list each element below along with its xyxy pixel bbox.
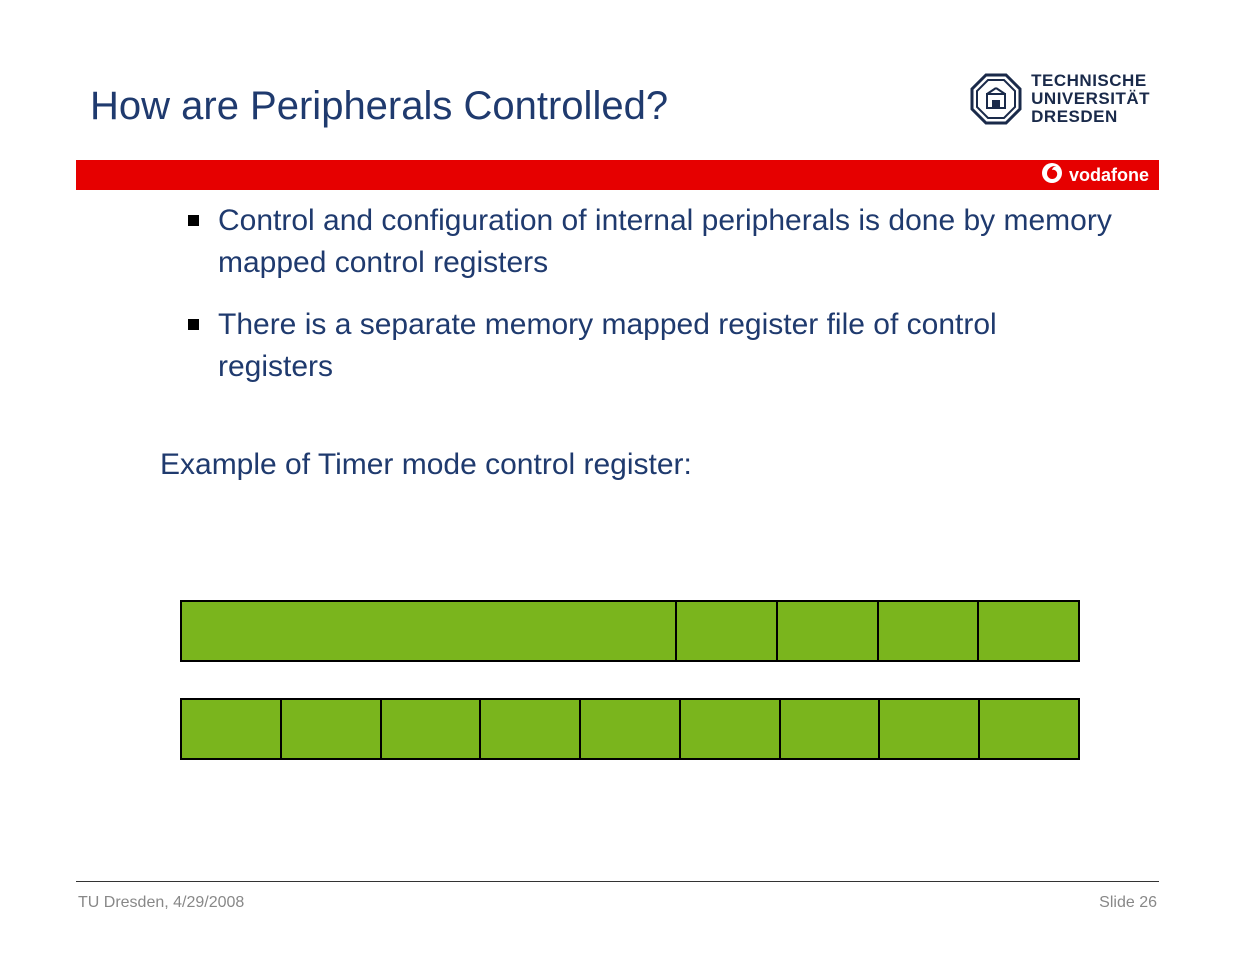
register-row <box>180 698 1080 760</box>
register-cell <box>878 700 978 758</box>
footer-slide-prefix: Slide <box>1099 894 1139 911</box>
register-cell <box>579 700 679 758</box>
example-label: Example of Timer mode control register: <box>160 448 1115 482</box>
register-cell <box>776 602 877 660</box>
register-cell <box>977 602 1078 660</box>
slide-title: How are Peripherals Controlled? <box>90 84 668 129</box>
register-cell <box>779 700 879 758</box>
tud-seal-icon <box>969 72 1023 126</box>
tud-logo-text: TECHNISCHE UNIVERSITÄT DRESDEN <box>1031 72 1150 126</box>
bullet-item: Control and configuration of internal pe… <box>160 200 1115 284</box>
vodafone-drop-icon <box>1041 162 1063 189</box>
register-cell <box>679 700 779 758</box>
footer-left: TU Dresden, 4/29/2008 <box>78 894 244 912</box>
register-cell <box>280 700 380 758</box>
tud-line3: DRESDEN <box>1031 108 1150 126</box>
footer-slide-number: 26 <box>1139 894 1157 911</box>
bullet-list: Control and configuration of internal pe… <box>160 200 1115 388</box>
register-cell <box>380 700 480 758</box>
vodafone-text: vodafone <box>1069 165 1149 186</box>
vodafone-logo: vodafone <box>1041 162 1149 189</box>
footer-divider <box>76 881 1159 882</box>
tud-logo: TECHNISCHE UNIVERSITÄT DRESDEN <box>969 72 1150 126</box>
register-cell <box>479 700 579 758</box>
register-row <box>180 600 1080 662</box>
footer-right: Slide 26 <box>1099 894 1157 912</box>
content: Control and configuration of internal pe… <box>160 200 1115 482</box>
slide: How are Peripherals Controlled? TECHNISC… <box>0 0 1235 954</box>
register-cell <box>978 700 1078 758</box>
bullet-item: There is a separate memory mapped regist… <box>160 304 1115 388</box>
brand-bar: vodafone <box>76 160 1159 190</box>
register-cell <box>180 602 675 660</box>
register-diagram <box>180 600 1080 796</box>
tud-line2: UNIVERSITÄT <box>1031 90 1150 108</box>
register-cell <box>877 602 978 660</box>
register-cell <box>180 700 280 758</box>
register-cell <box>675 602 776 660</box>
tud-line1: TECHNISCHE <box>1031 72 1150 90</box>
